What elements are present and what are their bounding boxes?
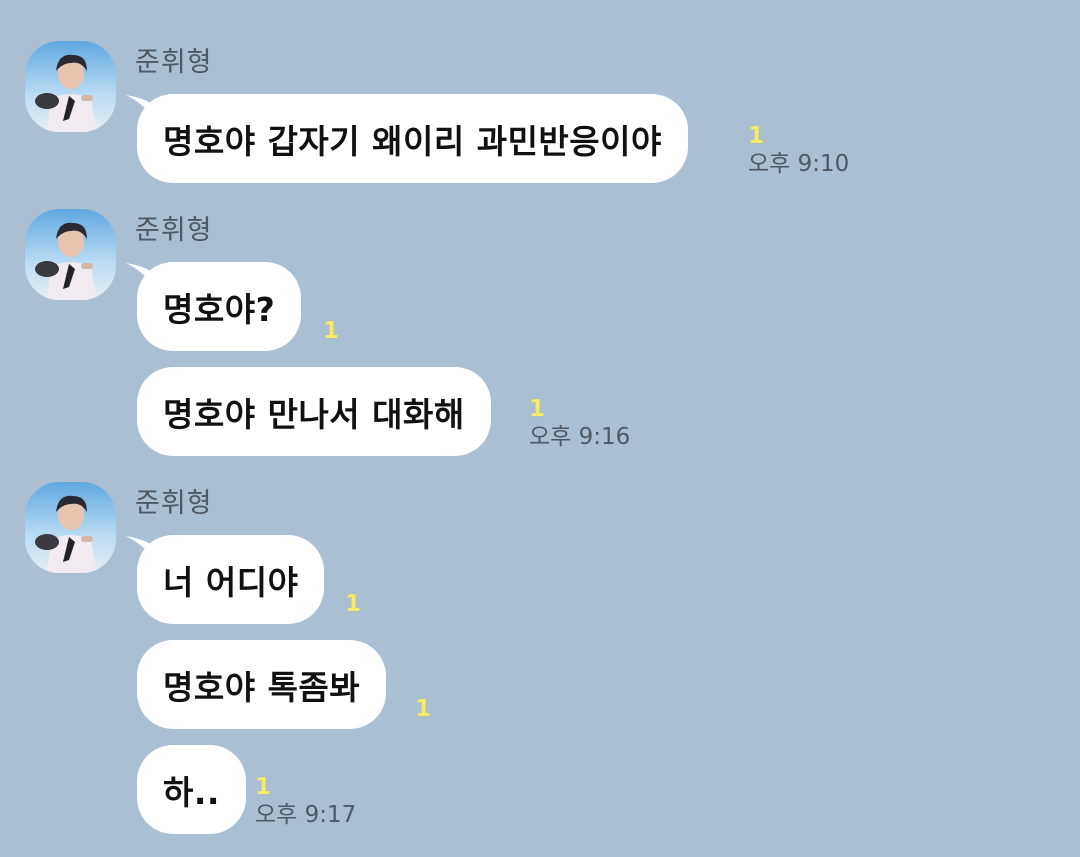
message-time: 오후 9:16 <box>529 424 631 450</box>
message-text: 명호야 갑자기 왜이리 과민반응이야 <box>163 121 662 161</box>
profile-photo <box>25 482 116 573</box>
message-bubble[interactable]: 명호야 만나서 대화해 <box>137 367 491 456</box>
message-meta: 1 <box>323 317 339 345</box>
message-bubble[interactable]: 명호야? <box>137 262 302 351</box>
message-bubble[interactable]: 명호야 톡좀봐 <box>137 640 387 729</box>
message-bubble[interactable]: 너 어디야 <box>137 535 325 624</box>
unread-count: 1 <box>415 696 432 722</box>
message-time: 오후 9:17 <box>255 802 357 828</box>
message-text: 하.. <box>163 772 220 812</box>
message-text: 너 어디야 <box>163 562 299 602</box>
sender-name: 준휘형 <box>135 215 213 246</box>
profile-photo <box>25 209 116 300</box>
profile-photo <box>25 41 116 132</box>
message-meta: 1 오후 9:17 <box>255 773 356 829</box>
unread-count: 1 <box>748 123 765 149</box>
message-text: 명호야 만나서 대화해 <box>163 394 465 434</box>
message-bubble[interactable]: 하.. <box>137 745 246 834</box>
avatar[interactable] <box>25 482 116 573</box>
message-text: 명호야 톡좀봐 <box>163 667 361 707</box>
message-text: 명호야? <box>163 289 276 329</box>
unread-count: 1 <box>323 318 340 344</box>
sender-name: 준휘형 <box>135 47 213 78</box>
message-meta: 1 오후 9:10 <box>748 122 849 178</box>
message-time: 오후 9:10 <box>748 151 850 177</box>
unread-count: 1 <box>345 591 362 617</box>
avatar[interactable] <box>25 41 116 132</box>
unread-count: 1 <box>255 774 272 800</box>
chat-screen: { "colors": { "background": "#abbfd2", "… <box>0 0 1080 857</box>
avatar[interactable] <box>25 209 116 300</box>
sender-name: 준휘형 <box>135 488 213 519</box>
message-bubble[interactable]: 명호야 갑자기 왜이리 과민반응이야 <box>137 94 688 183</box>
message-meta: 1 <box>345 590 361 618</box>
message-meta: 1 <box>415 695 431 723</box>
unread-count: 1 <box>529 396 546 422</box>
message-meta: 1 오후 9:16 <box>529 395 630 451</box>
